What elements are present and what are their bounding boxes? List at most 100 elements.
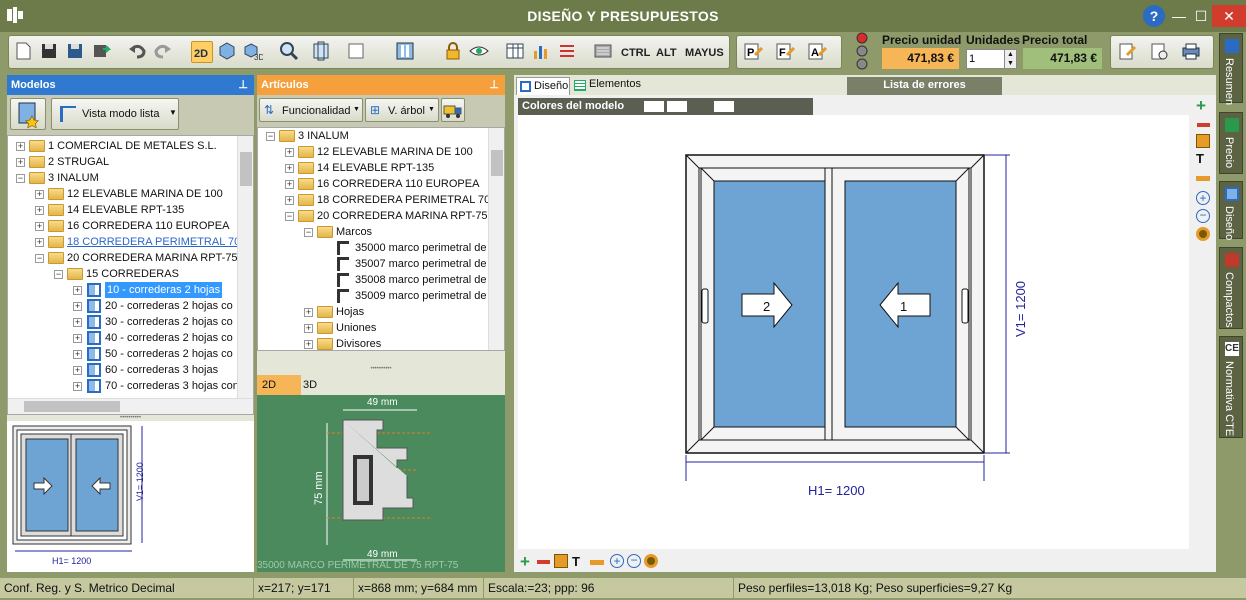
tree-row[interactable]: 35007 marco perimetral de [258, 256, 490, 272]
zoom-out-icon[interactable]: − [1196, 209, 1210, 223]
tab-elementos[interactable]: Elementos [572, 77, 642, 95]
color-swatch-1[interactable] [644, 101, 664, 112]
tree-row[interactable]: 35000 marco perimetral de [258, 240, 490, 256]
tree-row[interactable]: +12 ELEVABLE MARINA DE 100 [8, 186, 239, 202]
visibility-icon[interactable] [469, 41, 491, 63]
tree-row[interactable]: − 20 CORREDERA MARINA RPT-75 [258, 208, 490, 224]
edit-p-icon[interactable]: P [743, 41, 765, 63]
add-bottom-icon[interactable]: + [520, 552, 530, 572]
tree-row[interactable]: + Divisores [258, 336, 490, 350]
tree-row[interactable]: +40 - correderas 2 hojas co [8, 330, 239, 346]
side-tab-diseno[interactable]: Diseño [1219, 181, 1243, 240]
vista-modo-lista-button[interactable]: Vista modo lista ▼ [51, 98, 179, 130]
side-tab-resumen[interactable]: Resumen [1219, 33, 1243, 105]
expand-icon[interactable]: + [35, 206, 44, 215]
expand-icon[interactable]: + [285, 196, 294, 205]
expand-icon[interactable]: + [35, 238, 44, 247]
remove-icon[interactable] [1197, 123, 1210, 127]
side-tab-compactos[interactable]: Compactos [1219, 247, 1243, 329]
expand-icon[interactable]: + [304, 340, 313, 349]
edit-a-icon[interactable]: A [807, 41, 829, 63]
expand-icon[interactable]: + [73, 318, 82, 327]
expand-icon[interactable]: + [285, 148, 294, 157]
expand-icon[interactable]: + [73, 286, 82, 295]
expand-icon[interactable]: + [285, 180, 294, 189]
lock-icon[interactable] [443, 41, 465, 63]
layout-columns-button[interactable] [395, 41, 417, 63]
hardware-icon[interactable]: T [1196, 152, 1210, 166]
collapse-icon[interactable]: − [304, 228, 313, 237]
save-as-icon[interactable] [65, 41, 87, 63]
measure-icon[interactable] [1196, 134, 1210, 148]
tree-row[interactable]: +16 CORREDERA 110 EUROPEA [258, 176, 490, 192]
collapse-icon[interactable]: − [285, 212, 294, 221]
tree-row[interactable]: +18 CORREDERA PERIMETRAL 70 [8, 234, 239, 250]
view-3d-icon[interactable] [217, 41, 239, 63]
close-button[interactable]: ✕ [1212, 5, 1246, 27]
tree-row[interactable]: +1 COMERCIAL DE METALES S.L. [8, 138, 239, 154]
funcionalidad-button[interactable]: ⇅ Funcionalidad ▼ [259, 98, 363, 122]
ctrl-modifier[interactable]: CTRL [621, 47, 650, 59]
keyboard-icon[interactable] [593, 41, 615, 63]
tree-row[interactable]: − 3 INALUM [8, 170, 239, 186]
list-icon[interactable] [557, 41, 579, 63]
zoom-icon[interactable] [279, 41, 301, 63]
tree-row[interactable]: +16 CORREDERA 110 EUROPEA [8, 218, 239, 234]
expand-icon[interactable]: + [35, 190, 44, 199]
hardware-bottom-icon[interactable]: T [572, 554, 580, 569]
redo-icon[interactable] [153, 41, 175, 63]
tab-3d[interactable]: 3D [303, 375, 347, 395]
expand-icon[interactable]: + [285, 164, 294, 173]
zoom-in-icon[interactable]: + [1196, 191, 1210, 205]
report-icon[interactable] [1149, 41, 1171, 63]
save-icon[interactable] [39, 41, 61, 63]
tree-row[interactable]: +12 ELEVABLE MARINA DE 100 [258, 144, 490, 160]
tree-row[interactable]: − 15 CORREDERAS [8, 266, 239, 282]
fit-frame-icon[interactable] [311, 41, 333, 63]
color-swatch-3[interactable] [714, 101, 734, 112]
help-button[interactable]: ? [1143, 5, 1165, 27]
expand-icon[interactable]: + [304, 308, 313, 317]
tab-2d[interactable]: 2D [257, 375, 301, 395]
view-3d-multi-icon[interactable]: 3D [243, 41, 265, 63]
tree-row[interactable]: +30 - correderas 2 hojas co [8, 314, 239, 330]
tree-row[interactable]: +70 - correderas 3 hojas con [8, 378, 239, 394]
tree-row[interactable]: +50 - correderas 2 hojas co [8, 346, 239, 362]
zoom-out-bottom-icon[interactable]: − [627, 554, 641, 568]
expand-icon[interactable]: + [35, 222, 44, 231]
color-picker-button[interactable] [347, 41, 369, 63]
tree-row[interactable]: 35009 marco perimetral de [258, 288, 490, 304]
expand-icon[interactable]: + [73, 350, 82, 359]
modelos-hscroll[interactable] [8, 398, 253, 414]
tree-row[interactable]: − 3 INALUM [258, 128, 490, 144]
maximize-button[interactable]: ☐ [1190, 5, 1212, 27]
unidades-spinner[interactable]: ▲ ▼ [1004, 49, 1017, 69]
side-tab-precio[interactable]: Precio [1219, 112, 1243, 174]
undo-icon[interactable] [127, 41, 149, 63]
bar-chart-icon[interactable] [531, 41, 553, 63]
expand-icon[interactable]: + [16, 158, 25, 167]
expand-icon[interactable]: + [73, 366, 82, 375]
edit-document-icon[interactable] [1117, 41, 1139, 63]
expand-icon[interactable]: + [304, 324, 313, 333]
favorites-button[interactable] [10, 98, 46, 130]
expand-icon[interactable]: + [73, 382, 82, 391]
errors-tab[interactable]: Lista de errores [847, 77, 1002, 95]
tree-row[interactable]: + Hojas [258, 304, 490, 320]
expand-icon[interactable]: + [73, 334, 82, 343]
new-document-icon[interactable] [13, 41, 35, 63]
tree-row[interactable]: +18 CORREDERA PERIMETRAL 70 [258, 192, 490, 208]
collapse-icon[interactable]: − [16, 174, 25, 183]
articulos-splitter[interactable]: •••••••••• [257, 366, 505, 372]
tree-row[interactable]: +2 STRUGAL [8, 154, 239, 170]
tree-row[interactable]: + Uniones [258, 320, 490, 336]
target-bottom-icon[interactable] [644, 554, 658, 568]
minimize-button[interactable]: — [1168, 5, 1190, 27]
truck-button[interactable] [441, 98, 465, 122]
tree-row[interactable]: +10 - correderas 2 hojas [8, 282, 239, 298]
tree-row[interactable]: − 20 CORREDERA MARINA RPT-75 [8, 250, 239, 266]
unidades-input[interactable] [966, 49, 1006, 69]
design-canvas[interactable]: 2 1 H1= 1200 V1= 1200 [518, 115, 1189, 549]
side-tab-normativa-cte[interactable]: CE Normativa CTE [1219, 336, 1243, 438]
articulos-vscroll[interactable] [488, 128, 504, 350]
